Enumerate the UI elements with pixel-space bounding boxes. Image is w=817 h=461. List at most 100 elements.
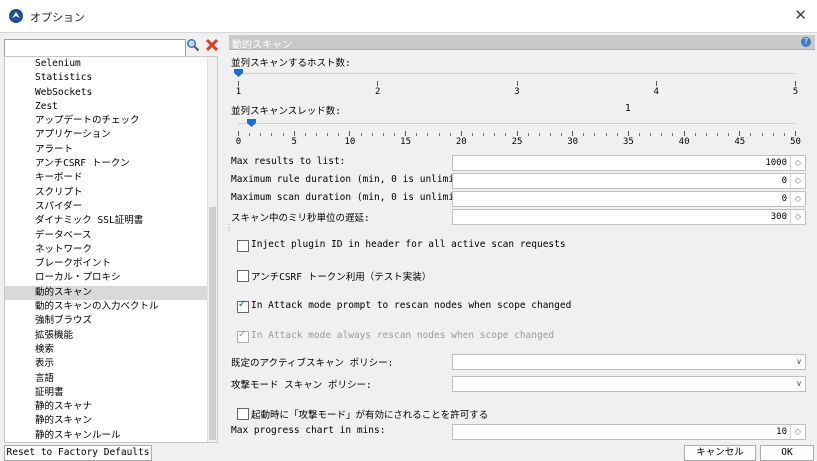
tree-item[interactable]: WebSockets (5, 86, 217, 100)
thread-slider-minor-tick (282, 133, 284, 136)
progress-chart-spinner[interactable]: 10 ◇ (452, 424, 806, 440)
thread-slider-minor-tick (605, 133, 607, 136)
clear-search-icon[interactable] (205, 38, 219, 52)
tree-item[interactable]: アラート (5, 143, 217, 157)
tree-item[interactable]: 拡張機能 (5, 329, 217, 343)
host-slider-tick (377, 81, 379, 86)
spinner-label: スキャン中のミリ秒単位の遅延: (231, 213, 370, 224)
thread-slider-tick-label: 40 (678, 137, 690, 147)
help-icon[interactable]: ? (801, 37, 811, 47)
thread-slider-tick (795, 131, 796, 136)
thread-slider-minor-tick (371, 133, 373, 136)
tree-item[interactable]: 動的スキャンの入力ベクトル (5, 300, 217, 314)
tree-item[interactable]: アンチCSRF トークン (5, 157, 217, 171)
number-spinner[interactable]: 300 ◇ (452, 209, 806, 225)
default-policy-select[interactable]: ∨ (452, 354, 806, 370)
splitter-handle[interactable]: ⋮ (225, 223, 233, 243)
thread-slider[interactable]: 0 5 10 15 20 25 30 35 40 45 50 (229, 117, 815, 147)
thread-slider-tick-label: 10 (344, 137, 356, 147)
attack-policy-select[interactable]: ∨ (452, 376, 806, 392)
tree-item[interactable]: ダイナミック SSL証明書 (5, 214, 217, 228)
tree-item[interactable]: スクリプト (5, 186, 217, 200)
spinner-label: Max results to list: (231, 156, 346, 167)
tree-items: Selenium Statistics WebSockets Zest アップデートのチ… (5, 57, 217, 442)
thread-slider-minor-tick (494, 133, 496, 136)
number-spinner[interactable]: 1000 ◇ (452, 155, 806, 171)
settings-panel: 動的スキャン ? 並列スキャンするホスト数: 12345 並列スキャンスレッド数… (229, 35, 815, 440)
thread-slider-minor-tick (449, 133, 451, 136)
tree-scrollbar-thumb[interactable] (209, 207, 216, 440)
number-spinner[interactable]: 0 ◇ (452, 173, 806, 189)
close-icon[interactable]: ✕ (794, 6, 807, 24)
tree-scrollbar[interactable] (207, 57, 217, 442)
tree-item[interactable]: 表示 (5, 357, 217, 371)
tree-item[interactable]: アプリケーション (5, 128, 217, 142)
tree-item[interactable]: データベース (5, 229, 217, 243)
spinner-arrows-icon[interactable]: ◇ (790, 174, 805, 188)
spinner-arrows-icon[interactable]: ◇ (790, 210, 805, 224)
thread-slider-thumb[interactable] (247, 119, 256, 127)
tree-item[interactable]: アップデートのチェック (5, 114, 217, 128)
thread-slider-tick-label: 50 (790, 137, 801, 147)
thread-slider-minor-tick (705, 133, 707, 136)
spinner-value: 300 (770, 212, 787, 222)
thread-slider-minor-tick (661, 133, 663, 136)
panel-title: 動的スキャン (232, 40, 292, 51)
options-dialog: Selenium Statistics WebSockets Zest アップデートのチ… (0, 32, 817, 461)
host-slider-tick (655, 81, 657, 86)
host-slider-tick (795, 81, 796, 86)
thread-slider-minor-tick (260, 133, 262, 136)
tree-item[interactable]: キーボード (5, 171, 217, 185)
tree-item[interactable]: 静的スキャナ (5, 400, 217, 414)
tree-item[interactable]: スパイダー (5, 200, 217, 214)
cancel-button[interactable]: キャンセル (684, 445, 756, 461)
thread-slider-minor-tick (360, 133, 362, 136)
chevron-down-icon: ∨ (796, 379, 802, 388)
tree-item[interactable]: 検索 (5, 343, 217, 357)
reset-defaults-button[interactable]: Reset to Factory Defaults (4, 445, 152, 461)
spinner-arrows-icon[interactable]: ◇ (790, 425, 805, 439)
thread-slider-value: 1 (625, 103, 631, 114)
thread-slider-tick-label: 20 (455, 137, 467, 147)
host-slider-thumb[interactable] (234, 69, 243, 77)
tree-item[interactable]: 静的スキャン (5, 414, 217, 428)
number-spinner[interactable]: 0 ◇ (452, 191, 806, 207)
host-slider-tick-label: 4 (653, 87, 659, 97)
option-checkbox[interactable] (237, 240, 249, 252)
thread-slider-minor-tick (505, 133, 507, 136)
thread-slider-minor-tick (527, 133, 529, 136)
ok-button[interactable]: OK (760, 445, 814, 461)
tree-item[interactable]: ローカル・プロキシ (5, 271, 217, 285)
search-icon[interactable] (186, 38, 200, 52)
tree-item[interactable]: 静的スキャンルール (5, 429, 217, 442)
tree-item[interactable]: Selenium (5, 57, 217, 71)
tree-item[interactable]: Statistics (5, 71, 217, 85)
option-checkbox-label: In Attack mode always rescan nodes when … (251, 330, 555, 341)
tree-item[interactable]: 動的スキャン (5, 285, 217, 301)
panel-header: 動的スキャン ? (229, 35, 815, 51)
tree-item[interactable]: ブレークポイント (5, 257, 217, 271)
tree-item[interactable]: Zest (5, 100, 217, 114)
options-tree[interactable]: Selenium Statistics WebSockets Zest アップデートのチ… (4, 56, 218, 443)
thread-slider-tick-label: 5 (291, 137, 297, 147)
option-checkbox[interactable] (237, 299, 249, 313)
tree-item[interactable]: 証明書 (5, 386, 217, 400)
thread-slider-tick-label: 30 (567, 137, 579, 147)
tree-item[interactable]: ネットワーク (5, 243, 217, 257)
thread-slider-minor-tick (271, 133, 273, 136)
thread-slider-minor-tick (761, 133, 763, 136)
option-checkbox[interactable] (237, 270, 249, 282)
allow-attack-checkbox[interactable] (237, 408, 249, 420)
thread-slider-label: 並列スキャンスレッド数: (231, 106, 342, 117)
thread-slider-minor-tick (304, 133, 306, 136)
tree-item[interactable]: 言語 (5, 372, 217, 386)
thread-slider-tick (238, 131, 239, 136)
thread-slider-minor-tick (750, 133, 752, 136)
host-slider[interactable]: 1 2 3 4 5 (229, 67, 815, 99)
spinner-arrows-icon[interactable]: ◇ (790, 156, 805, 170)
thread-slider-tick (349, 131, 351, 136)
thread-slider-minor-tick (327, 133, 329, 136)
thread-slider-tick (572, 131, 574, 136)
spinner-arrows-icon[interactable]: ◇ (790, 192, 805, 206)
tree-item[interactable]: 強制ブラウズ (5, 314, 217, 328)
